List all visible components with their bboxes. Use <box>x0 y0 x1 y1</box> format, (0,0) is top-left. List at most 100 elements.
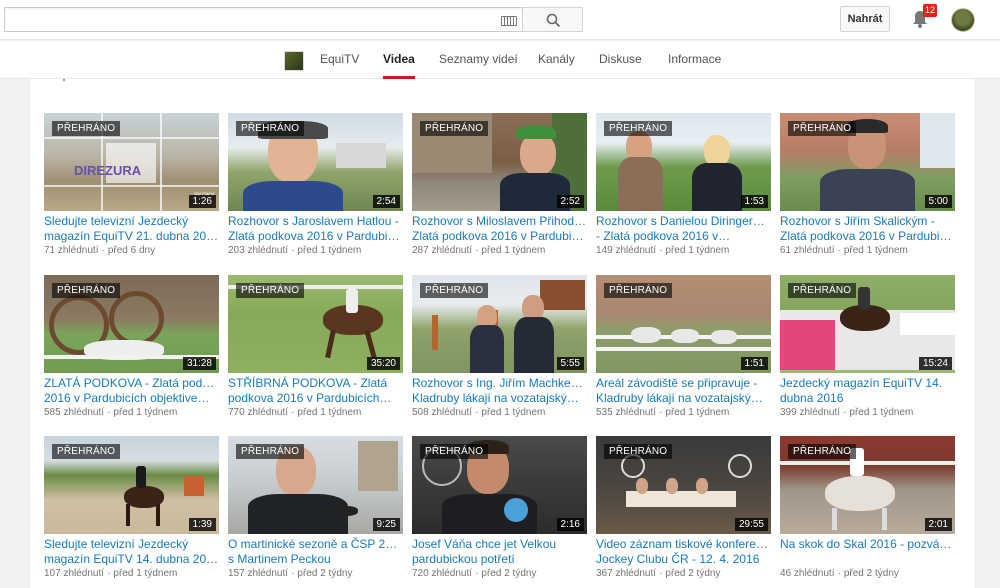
video-title[interactable]: Rozhovor s Miloslavem Přihodou - Zlatá po… <box>412 214 587 244</box>
search-input[interactable] <box>4 7 523 32</box>
video-meta: 71 zhlédnutí · před 6 dny <box>44 245 156 256</box>
video-thumbnail[interactable]: PŘEHRÁNO 2:52 <box>412 113 587 211</box>
video-duration: 15:24 <box>918 357 952 370</box>
video-card[interactable]: PŘEHRÁNO 1:51 Areál závodiště se připrav… <box>596 275 771 418</box>
upload-age: před 1 týdnem <box>843 245 908 256</box>
upload-age: před 6 dny <box>107 245 156 256</box>
view-count: 107 zhlédnutí <box>44 568 105 579</box>
video-duration: 9:25 <box>372 518 400 531</box>
video-card[interactable]: PŘEHRÁNO 31:28 ZLATÁ PODKOVA - Zlatá pod… <box>44 275 219 418</box>
video-meta: 535 zhlédnutí · před 1 týdnem <box>596 407 730 418</box>
video-thumbnail[interactable]: PŘEHRÁNO 9:25 <box>228 436 403 534</box>
watched-badge: PŘEHRÁNO <box>788 121 857 136</box>
video-card[interactable]: PŘEHRÁNO 29:55 Video záznam tiskové konf… <box>596 436 771 579</box>
video-meta: 287 zhlédnutí · před 1 týdnem <box>412 245 546 256</box>
video-card[interactable]: PŘEHRÁNO 5:00 Rozhovor s Jiřím Skalickým… <box>780 113 955 256</box>
view-count: 720 zhlédnutí <box>412 568 473 579</box>
watched-badge: PŘEHRÁNO <box>420 283 489 298</box>
video-card[interactable]: PŘEHRÁNO 2:16 Josef Váňa chce jet Velkou… <box>412 436 587 579</box>
video-title[interactable]: Josef Váňa chce jet Velkou pardubickou po… <box>412 537 587 567</box>
video-thumbnail[interactable]: PŘEHRÁNO 5:00 <box>780 113 955 211</box>
view-count: 149 zhlédnutí <box>596 245 657 256</box>
video-thumbnail[interactable]: PŘEHRÁNO 2:01 <box>780 436 955 534</box>
video-meta: 367 zhlédnutí · před 2 týdny <box>596 568 721 579</box>
search-button[interactable] <box>522 7 583 32</box>
keyboard-icon[interactable] <box>501 16 517 26</box>
video-card[interactable]: PŘEHRÁNO 2:52 Rozhovor s Miloslavem Přih… <box>412 113 587 256</box>
video-title[interactable]: O martinické sezoně a ČSP 2016 s Martinem… <box>228 537 403 567</box>
video-thumbnail[interactable]: PŘEHRÁNO 29:55 <box>596 436 771 534</box>
upload-age: před 2 týdny <box>297 568 353 579</box>
tab-equitv[interactable]: EquiTV <box>320 41 359 79</box>
upload-button[interactable]: Nahrát <box>840 6 890 32</box>
video-meta: 157 zhlédnutí · před 2 týdny <box>228 568 353 579</box>
upload-age: před 2 týdny <box>843 568 899 579</box>
watched-badge: PŘEHRÁNO <box>604 444 673 459</box>
thumbnail-overlay-text: DIREZURA <box>74 163 142 178</box>
video-card[interactable]: PŘEHRÁNO 2:54 Rozhovor s Jaroslavem Hatl… <box>228 113 403 256</box>
video-title[interactable]: ZLATÁ PODKOVA - Zlatá podkova 2016 v Pard… <box>44 376 219 406</box>
video-thumbnail[interactable]: PŘEHRÁNO 2:54 <box>228 113 403 211</box>
upload-age: před 1 týdnem <box>481 407 546 418</box>
account-avatar[interactable] <box>951 8 975 32</box>
video-meta: 770 zhlédnutí · před 1 týdnem <box>228 407 362 418</box>
video-title[interactable]: Sledujte televizní Jezdecký magazín EquiT… <box>44 537 219 567</box>
video-title[interactable]: Rozhovor s Ing. Jiřím Machkem - Kladruby … <box>412 376 587 406</box>
watched-badge: PŘEHRÁNO <box>604 283 673 298</box>
video-card[interactable]: PŘEHRÁNO 15:24 Jezdecký magazín EquiTV 1… <box>780 275 955 418</box>
watched-badge: PŘEHRÁNO <box>604 121 673 136</box>
video-thumbnail[interactable]: PŘEHRÁNO 1:53 <box>596 113 771 211</box>
upload-age: před 1 týdnem <box>297 245 362 256</box>
video-meta: 61 zhlédnutí · před 1 týdnem <box>780 245 908 256</box>
video-title[interactable]: Rozhovor s Jiřím Skalickým - Zlatá podkov… <box>780 214 955 244</box>
upload-age: před 2 týdny <box>665 568 721 579</box>
view-count: 203 zhlédnutí <box>228 245 289 256</box>
upload-age: před 1 týdnem <box>113 568 178 579</box>
upload-age: před 1 týdnem <box>849 407 914 418</box>
watched-badge: PŘEHRÁNO <box>236 283 305 298</box>
video-thumbnail[interactable]: PŘEHRÁNO 35:20 <box>228 275 403 373</box>
video-thumbnail[interactable]: PŘEHRÁNO 1:39 <box>44 436 219 534</box>
video-meta: 508 zhlédnutí · před 1 týdnem <box>412 407 546 418</box>
watched-badge: PŘEHRÁNO <box>52 444 121 459</box>
video-card[interactable]: PŘEHRÁNO 1:53 Rozhovor s Danielou Diring… <box>596 113 771 256</box>
video-thumbnail[interactable]: DIREZURA SKOKY PŘEHRÁNO 1:26 <box>44 113 219 211</box>
video-title[interactable]: Na skok do Skal 2016 - pozvánka <box>780 537 955 567</box>
video-card[interactable]: PŘEHRÁNO 2:01 Na skok do Skal 2016 - poz… <box>780 436 955 579</box>
video-title[interactable]: Sledujte televizní Jezdecký magazín EquiT… <box>44 214 219 244</box>
video-duration: 1:39 <box>188 518 216 531</box>
video-title[interactable]: Jezdecký magazín EquiTV 14. dubna 2016 <box>780 376 955 406</box>
tab-seznamy-videi[interactable]: Seznamy videí <box>439 41 518 79</box>
tab-diskuse[interactable]: Diskuse <box>599 41 642 79</box>
video-title[interactable]: Areál závodiště se připravuje - Kladruby … <box>596 376 771 406</box>
video-title[interactable]: Rozhovor s Jaroslavem Hatlou - Zlatá podk… <box>228 214 403 244</box>
video-title[interactable]: STŘÍBRNÁ PODKOVA - Zlatá podkova 2016 v P… <box>228 376 403 406</box>
video-thumbnail[interactable]: PŘEHRÁNO 31:28 <box>44 275 219 373</box>
video-thumbnail[interactable]: PŘEHRÁNO 5:55 <box>412 275 587 373</box>
video-title[interactable]: Video záznam tiskové konference Jockey Cl… <box>596 537 771 567</box>
channel-nav: EquiTV Videa Seznamy videí Kanály Diskus… <box>0 41 1000 79</box>
video-thumbnail[interactable]: PŘEHRÁNO 2:16 <box>412 436 587 534</box>
video-card[interactable]: PŘEHRÁNO 35:20 STŘÍBRNÁ PODKOVA - Zlatá p… <box>228 275 403 418</box>
view-count: 157 zhlédnutí <box>228 568 289 579</box>
video-card[interactable]: DIREZURA SKOKY PŘEHRÁNO 1:26 Sledujte te… <box>44 113 219 256</box>
tab-kanaly[interactable]: Kanály <box>538 41 575 79</box>
video-duration: 29:55 <box>734 518 768 531</box>
watched-badge: PŘEHRÁNO <box>52 283 121 298</box>
view-count: 71 zhlédnutí <box>44 245 99 256</box>
view-count: 535 zhlédnutí <box>596 407 657 418</box>
video-duration: 35:20 <box>366 357 400 370</box>
channel-avatar[interactable] <box>284 51 304 71</box>
tab-informace[interactable]: Informace <box>668 41 721 79</box>
video-title[interactable]: Rozhovor s Danielou Diringerovou - Zlatá … <box>596 214 771 244</box>
video-card[interactable]: PŘEHRÁNO 9:25 O martinické sezoně a ČSP … <box>228 436 403 579</box>
view-count: 46 zhlédnutí <box>780 568 835 579</box>
video-thumbnail[interactable]: PŘEHRÁNO 1:51 <box>596 275 771 373</box>
tab-videa[interactable]: Videa <box>383 41 415 79</box>
notification-count-badge: 12 <box>923 4 938 17</box>
watched-badge: PŘEHRÁNO <box>52 121 121 136</box>
video-card[interactable]: PŘEHRÁNO 5:55 Rozhovor s Ing. Jiřím Mach… <box>412 275 587 418</box>
video-card[interactable]: PŘEHRÁNO 1:39 Sledujte televizní Jezdeck… <box>44 436 219 579</box>
video-meta: 46 zhlédnutí · před 2 týdny <box>780 568 899 579</box>
video-thumbnail[interactable]: PŘEHRÁNO 15:24 <box>780 275 955 373</box>
